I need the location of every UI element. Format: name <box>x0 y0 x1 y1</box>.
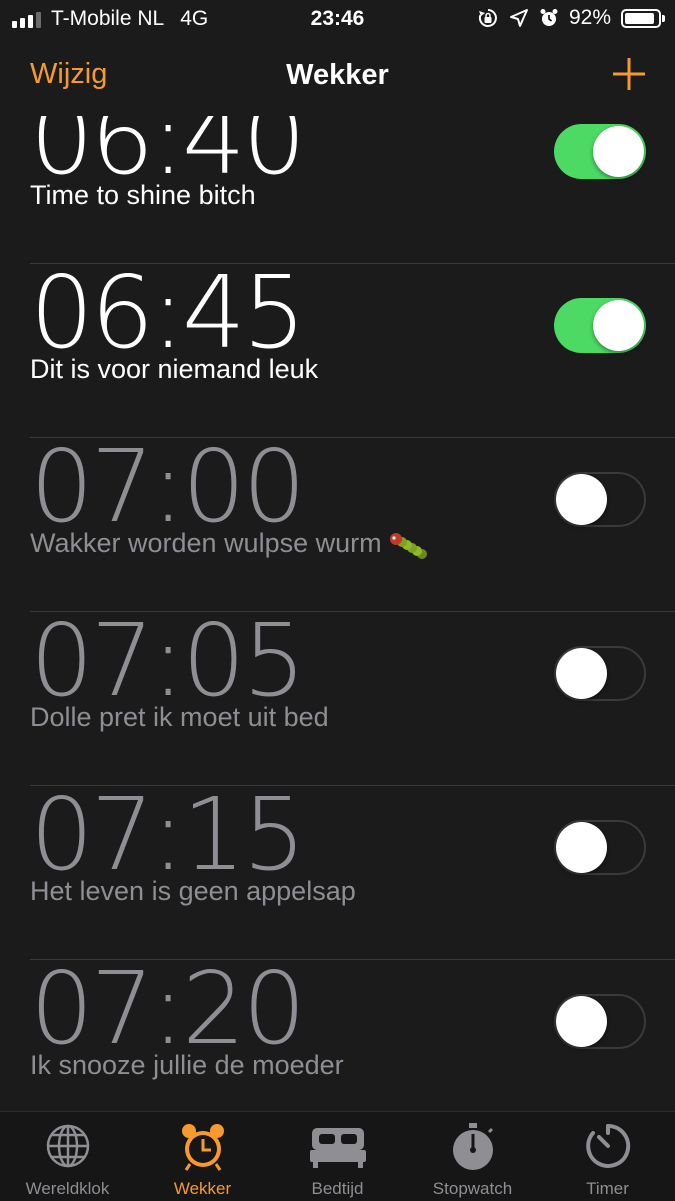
orientation-lock-icon <box>478 9 497 27</box>
alarm-toggle[interactable] <box>554 472 646 527</box>
alarm-label-text: Time to shine bitch <box>30 180 256 210</box>
alarm-list: 06:40 Time to shine bitch 06:45 Dit is voor… <box>0 116 675 1111</box>
alarm-label-text: Het leven is geen appelsap <box>30 876 356 906</box>
tab-timer[interactable]: Timer <box>540 1112 675 1201</box>
toggle-knob <box>556 648 607 699</box>
tab-bedtijd[interactable]: Bedtijd <box>270 1112 405 1201</box>
toggle-knob <box>556 474 607 525</box>
alarm-time: 06:45 <box>30 254 306 371</box>
alarm-toggle[interactable] <box>554 646 646 701</box>
alarm-label: Dolle pret ik moet uit bed <box>30 702 329 733</box>
toggle-knob <box>556 996 607 1047</box>
alarm-time: 07:00 <box>30 428 306 545</box>
tab-wereldklok[interactable]: Wereldklok <box>0 1112 135 1201</box>
location-arrow-icon <box>509 9 528 27</box>
alarm-label: Time to shine bitch <box>30 180 256 211</box>
alarm-time: 07:05 <box>30 602 306 719</box>
caterpillar-icon <box>389 532 427 559</box>
add-alarm-button[interactable] <box>611 56 647 92</box>
tab-bar: Wereldklok Wekker Bedtijd Stopwatch Time… <box>0 1111 675 1201</box>
battery-icon <box>621 8 665 28</box>
alarm-label-text: Ik snooze jullie de moeder <box>30 1050 344 1080</box>
alarm-clock-icon <box>181 1124 224 1171</box>
tab-label: Wekker <box>173 1179 232 1198</box>
alarm-row[interactable]: 07:05 Dolle pret ik moet uit bed <box>30 606 675 786</box>
edit-button[interactable]: Wijzig <box>30 58 107 91</box>
tab-label: Stopwatch <box>432 1179 513 1198</box>
toggle-knob <box>593 300 644 351</box>
alarm-label: Dit is voor niemand leuk <box>30 354 318 385</box>
alarm-clock-icon <box>540 9 558 26</box>
alarm-label-text: Dolle pret ik moet uit bed <box>30 702 329 732</box>
tab-label: Bedtijd <box>311 1179 364 1198</box>
alarm-label: Het leven is geen appelsap <box>30 876 356 907</box>
alarm-time: 07:20 <box>30 950 306 1067</box>
timer-icon <box>585 1123 630 1168</box>
alarm-row[interactable]: 06:45 Dit is voor niemand leuk <box>30 258 675 438</box>
alarm-row[interactable]: 07:20 Ik snooze jullie de moeder <box>30 954 675 1111</box>
alarm-label-text: Dit is voor niemand leuk <box>30 354 319 384</box>
globe-icon <box>46 1124 89 1168</box>
battery-percentage: 92% <box>568 6 611 29</box>
tab-wekker[interactable]: Wekker <box>135 1112 270 1201</box>
alarm-label-text: Wakker worden wulpse wurm <box>30 528 382 558</box>
alarm-row[interactable]: 07:15 Het leven is geen appelsap <box>30 780 675 960</box>
toggle-knob <box>593 126 644 177</box>
alarm-row[interactable]: 07:00 Wakker worden wulpse wurm <box>30 432 675 612</box>
tab-label: Timer <box>586 1179 629 1198</box>
alarm-time: 07:15 <box>30 776 306 893</box>
alarm-toggle[interactable] <box>554 124 646 179</box>
navigation-bar: Wijzig Wekker <box>0 38 675 117</box>
bed-icon <box>309 1128 366 1168</box>
stopwatch-icon <box>452 1123 493 1170</box>
alarm-toggle[interactable] <box>554 298 646 353</box>
alarm-toggle[interactable] <box>554 994 646 1049</box>
plus-icon <box>613 58 645 90</box>
toggle-knob <box>556 822 607 873</box>
alarm-label: Wakker worden wulpse wurm <box>30 528 428 560</box>
tab-label: Wereldklok <box>25 1179 110 1198</box>
alarm-label: Ik snooze jullie de moeder <box>30 1050 344 1081</box>
alarm-toggle[interactable] <box>554 820 646 875</box>
alarm-row[interactable]: 06:40 Time to shine bitch <box>30 116 675 264</box>
tab-stopwatch[interactable]: Stopwatch <box>405 1112 540 1201</box>
status-bar: T-Mobile NL 4G 23:46 92% <box>0 0 675 38</box>
